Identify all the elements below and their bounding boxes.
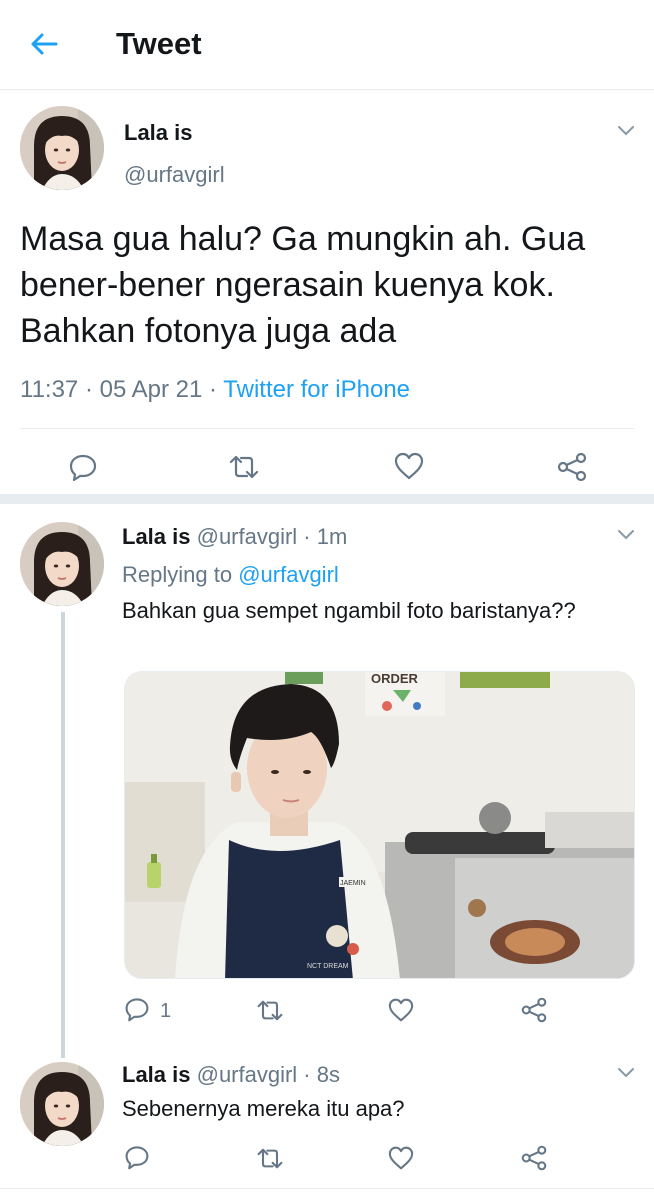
page-title: Tweet	[116, 26, 202, 61]
main-tweet: Lala is @urfavgirl Masa gua halu? Ga mun…	[0, 90, 654, 504]
tweet-date: 05 Apr 21	[99, 376, 203, 403]
separator: ·	[209, 376, 218, 403]
author-name[interactable]: Lala is	[122, 524, 190, 549]
chevron-down-icon[interactable]	[616, 528, 636, 542]
like-button[interactable]	[388, 1146, 414, 1175]
retweet-button[interactable]	[256, 999, 284, 1027]
divider	[20, 428, 634, 429]
reply-icon	[68, 452, 98, 487]
author-name[interactable]: Lala is	[124, 120, 192, 146]
back-button[interactable]	[22, 28, 66, 64]
like-button[interactable]	[388, 998, 414, 1027]
chevron-down-icon[interactable]	[616, 1066, 636, 1080]
share-button[interactable]	[520, 997, 548, 1028]
reply-button[interactable]	[124, 1144, 150, 1175]
avatar[interactable]	[20, 106, 104, 190]
reply-text: Sebenernya mereka itu apa?	[122, 1096, 405, 1121]
avatar[interactable]	[20, 1062, 104, 1146]
order-sign-text: ORDER	[371, 672, 419, 686]
reply-button[interactable]	[68, 452, 98, 487]
top-bar: Tweet	[0, 0, 654, 90]
tweet-time: 11:37	[20, 376, 79, 403]
share-icon	[520, 997, 548, 1028]
apron-print-text: NCT DREAM	[307, 963, 349, 970]
author-handle[interactable]: @urfavgirl	[124, 162, 225, 188]
author-name[interactable]: Lala is	[122, 1062, 190, 1087]
replying-to: Replying to @urfavgirl	[122, 562, 339, 588]
author-handle-time[interactable]: @urfavgirl · 8s	[197, 1062, 340, 1087]
like-icon	[388, 1146, 414, 1175]
divider	[0, 1188, 654, 1189]
reply-text: Bahkan gua sempet ngambil foto baristany…	[122, 598, 576, 623]
chevron-down-icon[interactable]	[616, 124, 636, 138]
share-icon	[556, 452, 588, 487]
reply-header: Lala is @urfavgirl · 1m	[122, 524, 347, 550]
reply-header: Lala is @urfavgirl · 8s	[122, 1062, 340, 1088]
replying-label: Replying to	[122, 562, 233, 587]
retweet-icon	[228, 454, 260, 485]
share-button[interactable]	[556, 452, 588, 487]
avatar[interactable]	[20, 522, 104, 606]
replying-handle-link[interactable]: @urfavgirl	[238, 562, 339, 587]
tweet-text: Masa gua halu? Ga mungkin ah. Gua bener-…	[20, 220, 586, 350]
reply-count: 1	[160, 1000, 172, 1022]
like-icon	[394, 452, 424, 485]
like-icon	[388, 998, 414, 1027]
apron-badge-text: JAEMIN	[340, 880, 366, 887]
share-button[interactable]	[520, 1145, 548, 1176]
retweet-icon	[256, 1147, 284, 1175]
tweet-photo[interactable]: ORDER JAEMIN NCT DREAM	[124, 671, 635, 979]
reply-tweet[interactable]: Lala is @urfavgirl · 8s Sebenernya merek…	[0, 1054, 654, 1188]
reply-icon	[124, 996, 150, 1027]
reply-icon	[124, 1144, 150, 1175]
tweet-timestamp: 11:37 · 05 Apr 21 · Twitter for iPhone	[20, 376, 410, 404]
tweet-source-link[interactable]: Twitter for iPhone	[223, 376, 410, 403]
retweet-icon	[256, 999, 284, 1027]
like-button[interactable]	[394, 452, 424, 485]
retweet-button[interactable]	[256, 1147, 284, 1175]
share-icon	[520, 1145, 548, 1176]
reply-button[interactable]: 1	[124, 996, 171, 1027]
retweet-button[interactable]	[228, 454, 260, 485]
separator: ·	[84, 376, 93, 403]
arrow-left-icon	[30, 32, 58, 61]
author-handle-time[interactable]: @urfavgirl · 1m	[197, 524, 348, 549]
